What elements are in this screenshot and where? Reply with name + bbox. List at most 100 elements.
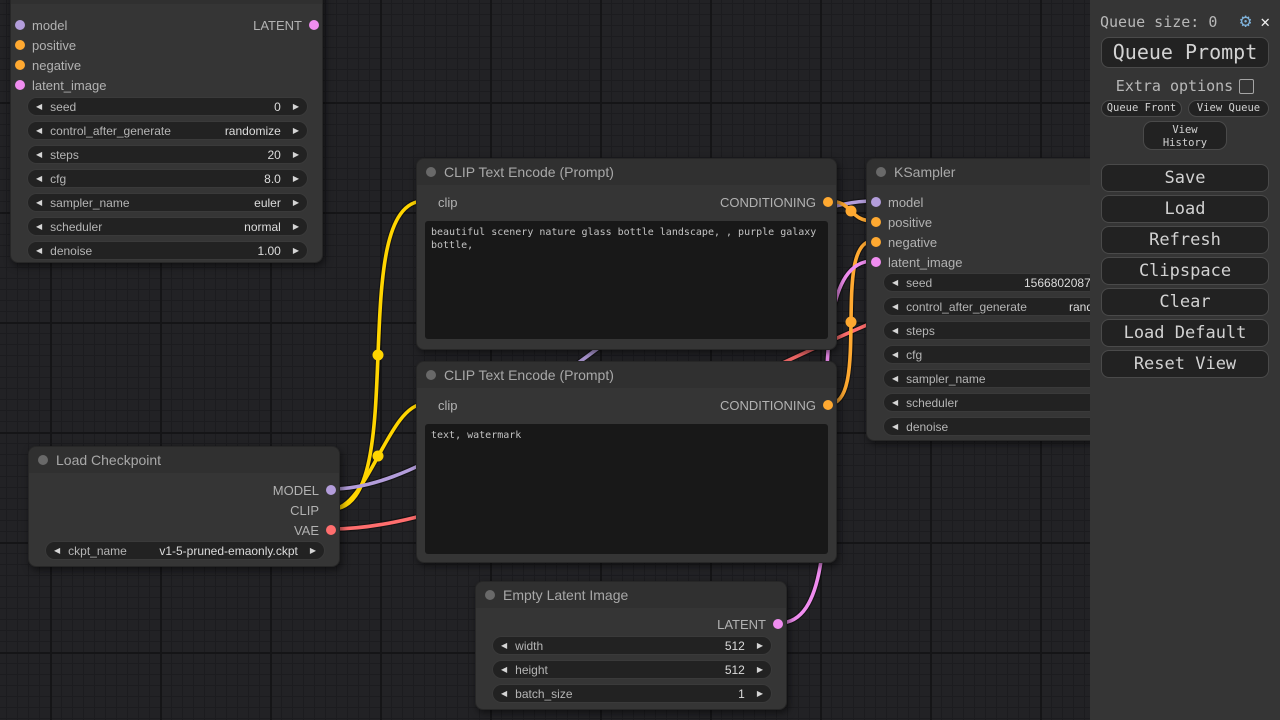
conditioning-slot-icon[interactable] — [823, 197, 833, 207]
node-title-bar[interactable]: Empty Latent Image — [476, 582, 786, 608]
increment-arrow-icon[interactable] — [293, 151, 299, 159]
decrement-arrow-icon[interactable] — [36, 175, 42, 183]
load-default-button[interactable]: Load Default — [1101, 319, 1269, 347]
input-slot-positive[interactable]: positive — [11, 35, 76, 55]
decrement-arrow-icon[interactable] — [892, 327, 898, 335]
settings-gear-icon[interactable]: ⚙ — [1240, 12, 1251, 31]
conditioning-slot-icon[interactable] — [823, 400, 833, 410]
conditioning-slot-icon[interactable] — [15, 60, 25, 70]
view-queue-button[interactable]: View Queue — [1188, 100, 1269, 117]
widget-control-after-generate[interactable]: control_after_generaterandomize — [27, 121, 308, 140]
increment-arrow-icon[interactable] — [757, 690, 763, 698]
increment-arrow-icon[interactable] — [293, 175, 299, 183]
negative-prompt-textarea[interactable]: text, watermark — [425, 424, 828, 554]
output-slot-vae[interactable]: VAE — [294, 520, 339, 540]
increment-arrow-icon[interactable] — [293, 223, 299, 231]
conditioning-slot-icon[interactable] — [871, 237, 881, 247]
model-slot-icon[interactable] — [871, 197, 881, 207]
widget-ckpt-name[interactable]: ckpt_namev1-5-pruned-emaonly.ckpt — [45, 541, 325, 560]
clip-slot-icon[interactable] — [421, 400, 431, 410]
collapse-dot-icon[interactable] — [876, 167, 886, 177]
decrement-arrow-icon[interactable] — [501, 690, 507, 698]
widget-sampler-name[interactable]: sampler_nameeuler — [27, 193, 308, 212]
refresh-button[interactable]: Refresh — [1101, 226, 1269, 254]
output-slot-conditioning[interactable]: CONDITIONING — [720, 192, 836, 212]
input-slot-negative[interactable]: negative — [867, 232, 937, 252]
node-title-bar[interactable]: CLIP Text Encode (Prompt) — [417, 159, 836, 185]
collapse-dot-icon[interactable] — [485, 590, 495, 600]
conditioning-slot-icon[interactable] — [15, 40, 25, 50]
input-slot-clip[interactable]: clip — [417, 192, 458, 212]
input-slot-latent-image[interactable]: latent_image — [867, 252, 962, 272]
input-slot-positive[interactable]: positive — [867, 212, 932, 232]
node-title-bar[interactable]: KSampler — [11, 0, 322, 4]
input-slot-model[interactable]: model — [11, 15, 67, 35]
widget-seed[interactable]: seed0 — [27, 97, 308, 116]
decrement-arrow-icon[interactable] — [501, 666, 507, 674]
decrement-arrow-icon[interactable] — [892, 423, 898, 431]
widget-denoise[interactable]: denoise1.00 — [27, 241, 308, 260]
widget-width[interactable]: width512 — [492, 636, 772, 655]
decrement-arrow-icon[interactable] — [892, 279, 898, 287]
decrement-arrow-icon[interactable] — [892, 375, 898, 383]
reset-view-button[interactable]: Reset View — [1101, 350, 1269, 378]
decrement-arrow-icon[interactable] — [54, 547, 60, 555]
clipspace-button[interactable]: Clipspace — [1101, 257, 1269, 285]
widget-height[interactable]: height512 — [492, 660, 772, 679]
view-history-button[interactable]: View History — [1143, 121, 1227, 150]
widget-control-after-generate[interactable]: control_after_generaterandomize — [883, 297, 1125, 316]
model-slot-icon[interactable] — [15, 20, 25, 30]
increment-arrow-icon[interactable] — [310, 547, 316, 555]
clip-slot-icon[interactable] — [421, 197, 431, 207]
model-slot-icon[interactable] — [326, 485, 336, 495]
positive-prompt-textarea[interactable]: beautiful scenery nature glass bottle la… — [425, 221, 828, 339]
clear-button[interactable]: Clear — [1101, 288, 1269, 316]
close-icon[interactable]: ✕ — [1260, 14, 1270, 30]
input-slot-latent-image[interactable]: latent_image — [11, 75, 106, 95]
collapse-dot-icon[interactable] — [38, 455, 48, 465]
node-clip-text-encode-positive[interactable]: CLIP Text Encode (Prompt) clip CONDITION… — [416, 158, 837, 350]
node-title-bar[interactable]: CLIP Text Encode (Prompt) — [417, 362, 836, 388]
node-graph-canvas[interactable]: KSampler model positive negative latent_… — [0, 0, 1280, 720]
extra-options-checkbox[interactable] — [1239, 79, 1254, 94]
widget-scheduler[interactable]: scheduler — [883, 393, 1125, 412]
node-empty-latent-image[interactable]: Empty Latent Image LATENT width512 heigh… — [475, 581, 787, 710]
decrement-arrow-icon[interactable] — [36, 151, 42, 159]
decrement-arrow-icon[interactable] — [892, 399, 898, 407]
node-title-bar[interactable]: Load Checkpoint — [29, 447, 339, 473]
load-button[interactable]: Load — [1101, 195, 1269, 223]
increment-arrow-icon[interactable] — [757, 666, 763, 674]
latent-slot-icon[interactable] — [773, 619, 783, 629]
widget-batch-size[interactable]: batch_size1 — [492, 684, 772, 703]
decrement-arrow-icon[interactable] — [36, 103, 42, 111]
widget-cfg[interactable]: cfg — [883, 345, 1125, 364]
widget-steps[interactable]: steps — [883, 321, 1125, 340]
increment-arrow-icon[interactable] — [293, 127, 299, 135]
vae-slot-icon[interactable] — [326, 525, 336, 535]
queue-prompt-button[interactable]: Queue Prompt — [1101, 37, 1269, 68]
increment-arrow-icon[interactable] — [757, 642, 763, 650]
input-slot-clip[interactable]: clip — [417, 395, 458, 415]
widget-denoise[interactable]: denoise — [883, 417, 1125, 436]
output-slot-model[interactable]: MODEL — [273, 480, 339, 500]
node-load-checkpoint[interactable]: Load Checkpoint MODEL CLIP VAE ckpt_name… — [28, 446, 340, 567]
clip-slot-icon[interactable] — [326, 505, 336, 515]
input-slot-negative[interactable]: negative — [11, 55, 81, 75]
input-slot-model[interactable]: model — [867, 192, 923, 212]
latent-slot-icon[interactable] — [871, 257, 881, 267]
decrement-arrow-icon[interactable] — [501, 642, 507, 650]
widget-seed[interactable]: seed1566802087 — [883, 273, 1125, 292]
decrement-arrow-icon[interactable] — [36, 199, 42, 207]
conditioning-slot-icon[interactable] — [871, 217, 881, 227]
latent-slot-icon[interactable] — [309, 20, 319, 30]
latent-slot-icon[interactable] — [15, 80, 25, 90]
collapse-dot-icon[interactable] — [426, 370, 436, 380]
output-slot-latent[interactable]: LATENT — [253, 15, 322, 35]
widget-scheduler[interactable]: schedulernormal — [27, 217, 308, 236]
widget-sampler-name[interactable]: sampler_name — [883, 369, 1125, 388]
decrement-arrow-icon[interactable] — [36, 247, 42, 255]
increment-arrow-icon[interactable] — [293, 247, 299, 255]
decrement-arrow-icon[interactable] — [892, 351, 898, 359]
decrement-arrow-icon[interactable] — [36, 223, 42, 231]
output-slot-latent[interactable]: LATENT — [717, 614, 786, 634]
